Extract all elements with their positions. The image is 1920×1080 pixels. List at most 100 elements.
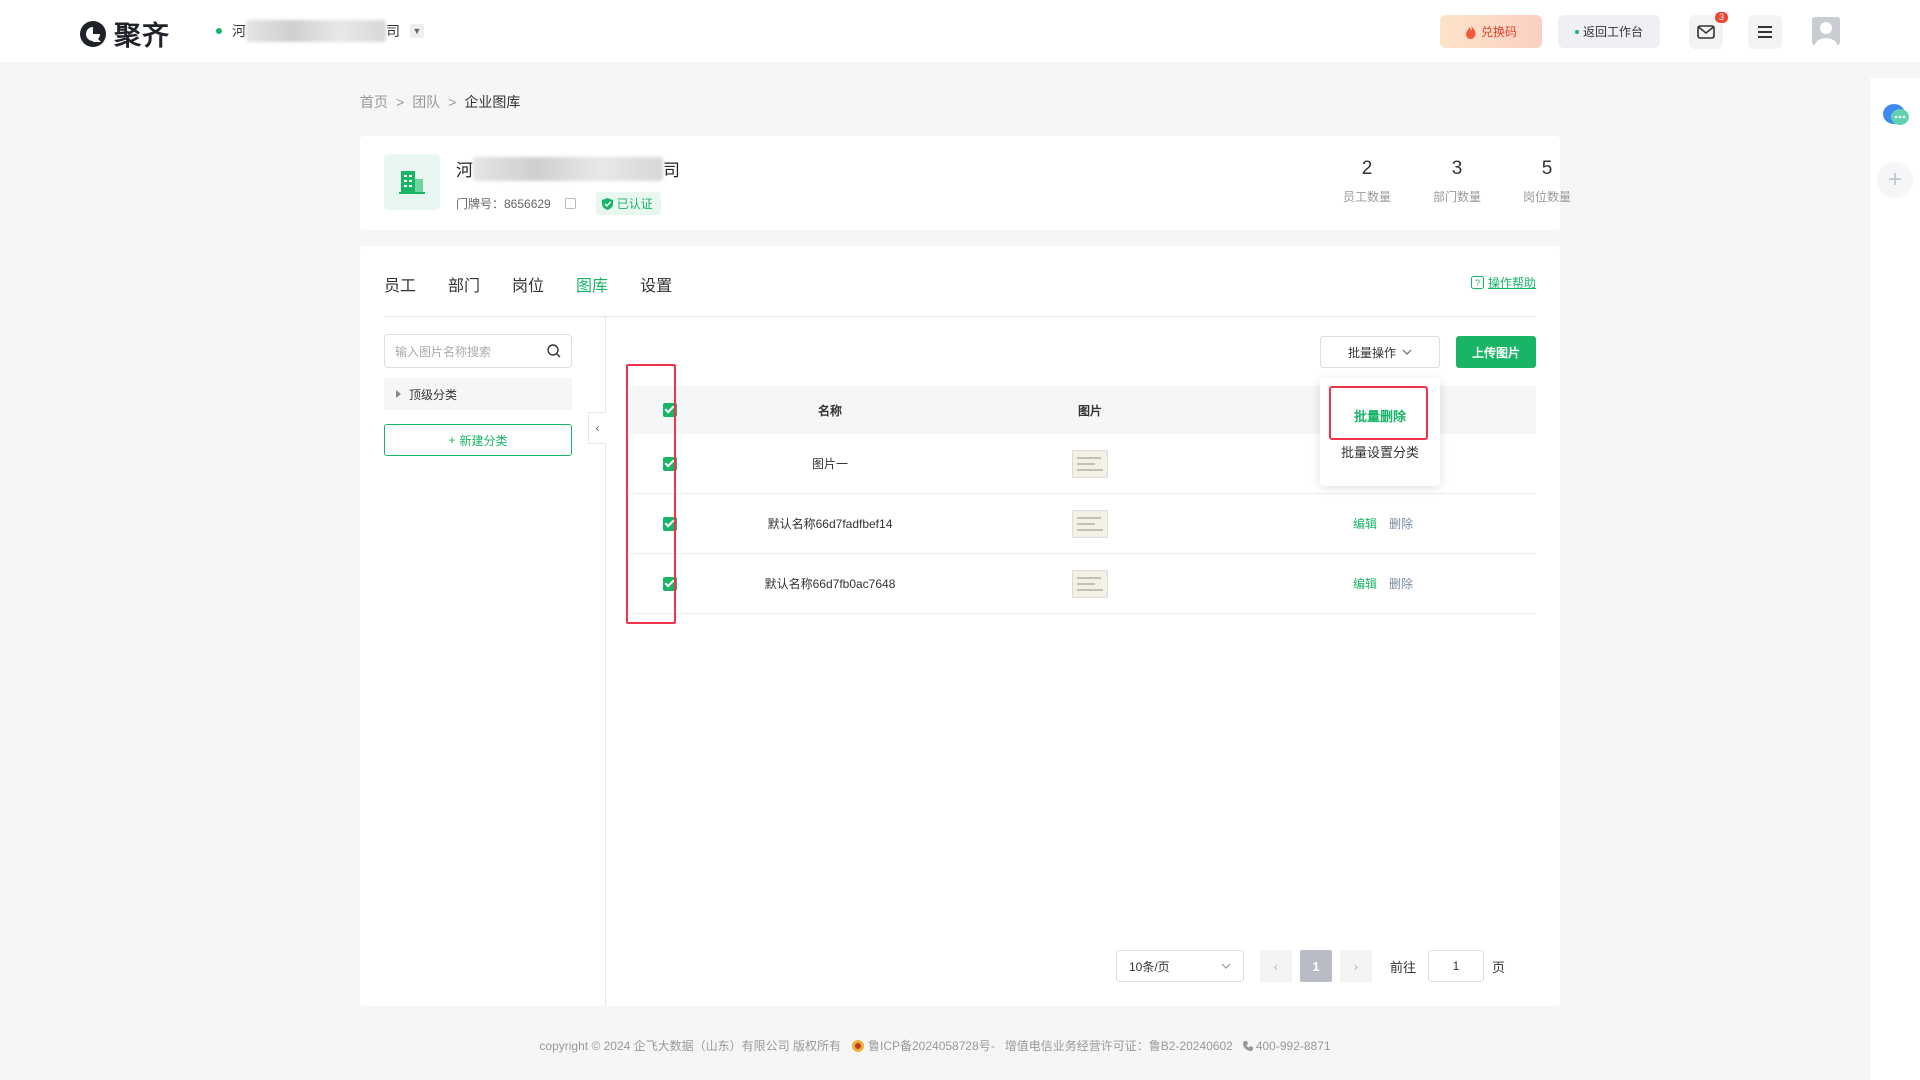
prev-page-button[interactable]: ‹ [1260, 950, 1292, 982]
batch-actions-label: 批量操作 [1347, 345, 1396, 360]
search-icon[interactable] [547, 344, 561, 358]
next-page-button[interactable]: › [1340, 950, 1372, 982]
caret-right-icon[interactable] [396, 390, 401, 398]
page-size-select[interactable]: 10条/页 [1116, 950, 1244, 982]
company-name-suffix: 司 [663, 161, 680, 180]
tab-employees[interactable]: 员工 [384, 272, 416, 296]
search-placeholder: 输入图片名称搜索 [395, 344, 492, 359]
tab-gallery[interactable]: 图库 [576, 272, 608, 296]
page-suffix: 页 [1492, 959, 1506, 975]
help-icon: ? [1470, 276, 1484, 289]
tab-departments[interactable]: 部门 [448, 272, 480, 296]
logo-text: 聚齐 [114, 21, 170, 51]
menu-icon [1758, 26, 1772, 38]
help-link[interactable]: ? 操作帮助 [1470, 274, 1536, 291]
divider [384, 316, 1536, 317]
tab-bar: 员工 部门 岗位 图库 设置 [384, 272, 672, 296]
top-bar: 聚齐 河 司 ▼ 兑换码 返回工作台 3 [0, 0, 1920, 62]
police-badge-icon [852, 1039, 864, 1052]
stat-label: 部门数量 [1432, 190, 1481, 204]
delete-link[interactable]: 删除 [1389, 575, 1413, 592]
image-thumbnail[interactable] [1072, 569, 1108, 598]
stat-value: 3 [1451, 158, 1463, 179]
table-row: 默认名称66d7fb0ac7648 编辑 删除 [630, 554, 1536, 614]
help-label: 操作帮助 [1487, 276, 1536, 290]
logo-icon [80, 20, 106, 47]
phone: 400-992-8871 [1242, 1038, 1331, 1053]
new-category-label: 新建分类 [459, 433, 508, 448]
add-icon[interactable]: + [1877, 162, 1913, 198]
pagination: 10条/页 ‹ 1 › 前往 1 页 [1116, 950, 1505, 982]
table-row: 默认名称66d7fadfbef14 编辑 删除 [630, 494, 1536, 554]
breadcrumb-home[interactable]: 首页 [360, 92, 388, 112]
company-switcher[interactable]: 河 司 ▼ [216, 20, 424, 42]
company-meta: 门牌号：8656629 已认证 [456, 192, 661, 215]
company-name-suffix: 司 [386, 23, 400, 39]
collapse-sidebar-button[interactable]: ‹ [588, 412, 606, 444]
stat-label: 岗位数量 [1522, 190, 1571, 204]
batch-actions-button[interactable]: 批量操作 [1320, 336, 1440, 368]
logo[interactable]: 聚齐 [78, 14, 170, 53]
edit-link[interactable]: 编辑 [1353, 575, 1377, 592]
flame-icon [1465, 24, 1476, 39]
chevron-down-icon[interactable]: ▼ [410, 24, 424, 38]
icp-text: 鲁ICP备2024058728号- [868, 1039, 995, 1053]
verified-badge: 已认证 [595, 192, 661, 215]
right-rail: + [1870, 78, 1920, 1080]
stat-positions[interactable]: 5 岗位数量 [1512, 158, 1582, 205]
chat-icon[interactable] [1882, 102, 1910, 128]
image-thumbnail[interactable] [1072, 449, 1108, 478]
delete-link[interactable]: 删除 [1389, 515, 1413, 532]
mail-button[interactable]: 3 [1689, 11, 1729, 49]
goto-label: 前往 [1390, 959, 1417, 975]
company-name-redacted [246, 20, 386, 42]
header-name: 名称 [817, 403, 842, 418]
company-card: 河 司 门牌号：8656629 已认证 2 员工数量 3 部门数量 5 岗位数量 [360, 136, 1571, 230]
image-search-input[interactable]: 输入图片名称搜索 [384, 334, 572, 368]
image-name: 默认名称66d7fadfbef14 [767, 517, 893, 531]
status-dot [1574, 29, 1579, 34]
stat-departments[interactable]: 3 部门数量 [1422, 158, 1492, 205]
stat-employees[interactable]: 2 员工数量 [1332, 158, 1402, 205]
page-number[interactable]: 1 [1300, 950, 1332, 982]
image-name: 图片一 [811, 457, 848, 471]
new-category-button[interactable]: + 新建分类 [384, 424, 572, 456]
chevron-left-icon: ‹ [595, 421, 600, 435]
breadcrumb-separator: > [448, 94, 457, 110]
edit-link[interactable]: 编辑 [1353, 515, 1377, 532]
company-name-prefix: 河 [456, 161, 473, 180]
menu-item-batch-set-category[interactable]: 批量设置分类 [1320, 442, 1440, 461]
redeem-code-button[interactable]: 兑换码 [1440, 15, 1542, 48]
image-thumbnail[interactable] [1072, 509, 1108, 538]
copy-icon[interactable] [564, 198, 576, 209]
image-cell [950, 434, 1230, 493]
breadcrumb-team[interactable]: 团队 [412, 92, 440, 112]
breadcrumb-current: 企业图库 [464, 94, 521, 110]
icp-record[interactable]: 鲁ICP备2024058728号- [851, 1037, 995, 1054]
back-to-workbench-button[interactable]: 返回工作台 [1558, 15, 1660, 48]
goto-page-input[interactable]: 1 [1428, 950, 1485, 982]
company-name: 河 司 [456, 156, 680, 181]
tab-settings[interactable]: 设置 [640, 272, 672, 296]
chevron-down-icon [1402, 349, 1412, 355]
company-name-prefix: 河 [232, 23, 246, 39]
page-size-value: 10条/页 [1129, 959, 1170, 974]
operations-cell: 编辑 删除 [1230, 494, 1536, 553]
verified-label: 已认证 [616, 197, 653, 211]
avatar[interactable] [1812, 17, 1840, 45]
chevron-down-icon [1221, 963, 1231, 969]
tree-item-label: 顶级分类 [409, 387, 458, 402]
upload-image-button[interactable]: 上传图片 [1456, 336, 1536, 368]
tab-positions[interactable]: 岗位 [512, 272, 544, 296]
redeem-code-label: 兑换码 [1480, 25, 1517, 39]
phone-text: 400-992-8871 [1255, 1038, 1331, 1053]
license-text: 增值电信业务经营许可证：鲁B2-20240602 [1004, 1039, 1233, 1053]
building-icon [384, 154, 440, 210]
tree-item-root[interactable]: 顶级分类 [384, 378, 572, 410]
company-name-redacted [473, 156, 663, 181]
mail-count-badge: 3 [1713, 11, 1729, 24]
menu-button[interactable] [1748, 15, 1782, 49]
user-icon [1812, 17, 1840, 45]
breadcrumb: 首页 > 团队 > 企业图库 [360, 92, 520, 112]
stat-value: 2 [1361, 158, 1373, 179]
